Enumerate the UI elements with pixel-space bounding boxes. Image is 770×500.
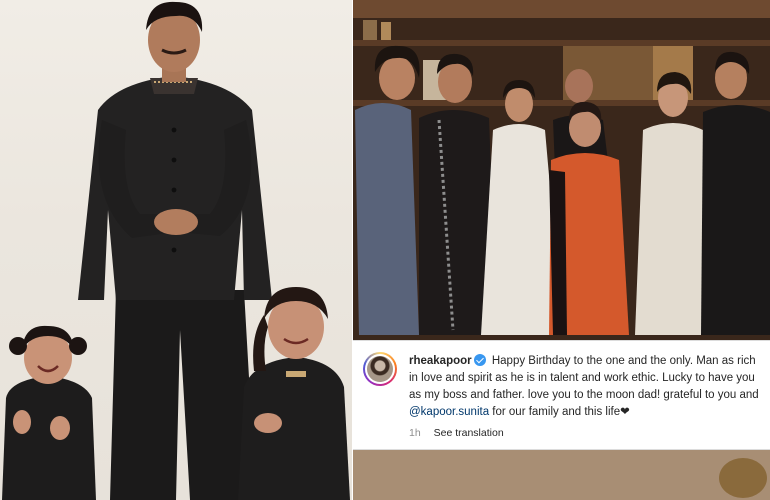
post-timestamp: 1h (409, 427, 421, 439)
young-girl-right-illustration (238, 287, 350, 500)
see-translation-link[interactable]: See translation (434, 427, 504, 439)
toddler-girl-left-illustration (2, 325, 96, 500)
vintage-family-photo (0, 0, 352, 500)
caption-meta: 1h See translation (409, 427, 514, 439)
verified-badge-icon (473, 354, 486, 366)
caption-text: rheakapoor Happy Birthday to the one and… (409, 353, 759, 421)
mention-link[interactable]: @kapoor.sunita (409, 406, 489, 418)
caption-ending: for our family and this life❤ (489, 406, 630, 418)
avatar-ring-inner (365, 354, 395, 384)
username-link[interactable]: rheakapoor (409, 355, 472, 367)
avatar-image (367, 356, 393, 382)
instagram-caption-card: rheakapoor Happy Birthday to the one and… (353, 340, 770, 450)
profile-avatar[interactable] (363, 352, 397, 386)
